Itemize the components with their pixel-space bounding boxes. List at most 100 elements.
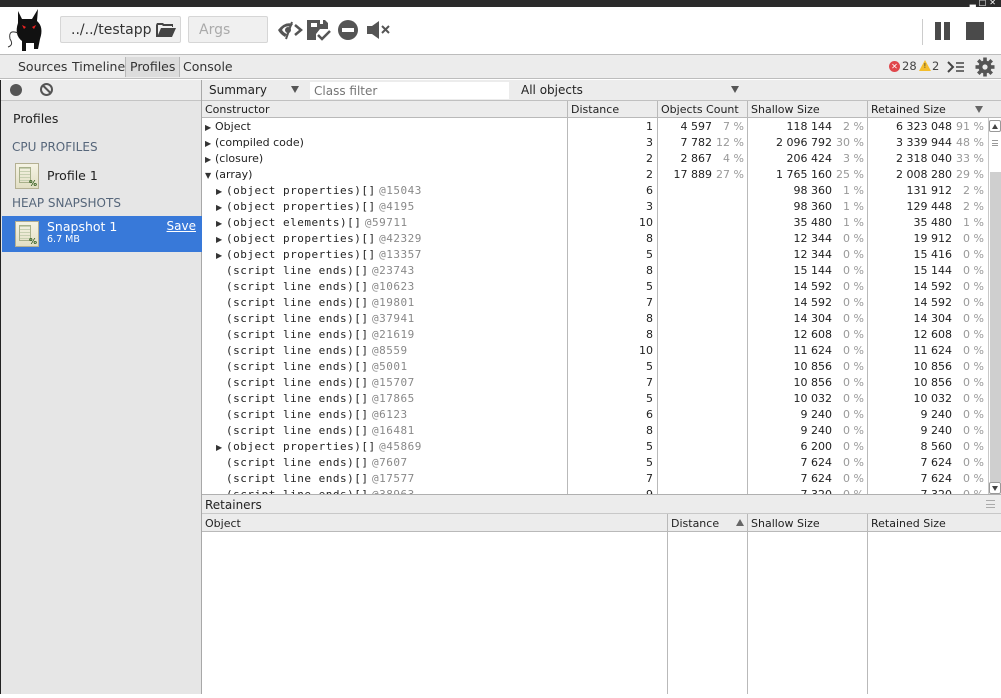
table-row[interactable]: ▶ (object elements)[] @59711 10 35 480 1 % 35… (202, 215, 992, 231)
count-percent: 4 % (723, 152, 744, 165)
table-row[interactable]: (script line ends)[] @23743 8 15 144 0 % 15 … (202, 263, 992, 279)
chevron-down-icon[interactable] (731, 86, 739, 93)
tab-profiles[interactable]: Profiles (125, 57, 181, 77)
constructor-name: (object properties)[] (226, 184, 376, 197)
expand-arrow-right-icon[interactable]: ▶ (216, 187, 226, 196)
table-row[interactable]: ▶ (compiled code) 3 7 782 12 % 2 096 792 30 % 3… (202, 135, 992, 151)
table-row[interactable]: ▶ (object properties)[] @42329 8 12 344 0 % 1… (202, 231, 992, 247)
window-titlebar: ▂□✕ (0, 0, 1001, 7)
count-percent: 12 % (716, 136, 744, 149)
table-row[interactable]: (script line ends)[] @5001 5 10 856 0 % 10 8… (202, 359, 992, 375)
tab-console[interactable]: Console (179, 57, 237, 77)
distance-value: 5 (646, 456, 653, 469)
expand-arrow-right-icon[interactable]: ▶ (205, 123, 215, 132)
shallow-value: 98 360 (793, 184, 833, 197)
distance-value: 7 (646, 472, 653, 485)
table-row[interactable]: ▶ (object properties)[] @15043 6 98 360 1 % 1… (202, 183, 992, 199)
object-id: @7607 (371, 456, 408, 469)
mute-icon[interactable] (366, 18, 392, 42)
table-row[interactable]: ▶ (object properties)[] @4195 3 98 360 1 % 12… (202, 199, 992, 215)
table-row[interactable]: (script line ends)[] @17577 7 7 624 0 % 7 62… (202, 471, 992, 487)
tab-timeline[interactable]: Timeline (68, 57, 129, 77)
shallow-percent: 1 % (843, 184, 864, 197)
sidebar-item-profile-1[interactable]: % Profile 1 (2, 158, 202, 194)
expand-arrow-right-icon[interactable]: ▶ (205, 155, 215, 164)
object-id: @13357 (379, 248, 422, 261)
toolbar-separator (922, 19, 923, 45)
col-constructor[interactable]: Constructor (202, 101, 568, 118)
col-distance[interactable]: Distance (568, 101, 658, 118)
heap-snapshot-view: Summary All objects Constructor Distance… (202, 80, 1001, 694)
tab-sources[interactable]: Sources (14, 57, 71, 77)
table-row[interactable]: (script line ends)[] @15707 7 10 856 0 % 10 … (202, 375, 992, 391)
pause-icon[interactable] (935, 22, 951, 40)
retained-value: 7 624 (920, 472, 953, 485)
retained-percent: 1 % (963, 216, 984, 229)
object-id: @15043 (379, 184, 422, 197)
view-select[interactable]: Summary (209, 83, 267, 97)
record-icon[interactable] (10, 84, 22, 96)
eye-code-icon[interactable] (277, 18, 303, 42)
class-filter-input[interactable] (310, 82, 509, 99)
console-drawer-icon[interactable] (947, 59, 965, 75)
table-row[interactable]: (script line ends)[] @37941 8 14 304 0 % 14 … (202, 311, 992, 327)
expand-arrow-right-icon[interactable]: ▶ (216, 443, 226, 452)
col-shallow-size[interactable]: Shallow Size (748, 101, 868, 118)
scroll-up-icon[interactable] (989, 120, 1001, 132)
scroll-down-icon[interactable] (989, 482, 1001, 494)
col-object[interactable]: Object (202, 514, 668, 532)
expand-arrow-right-icon[interactable]: ▶ (216, 251, 226, 260)
chevron-down-icon[interactable] (291, 86, 299, 93)
section-cpu-profiles: CPU PROFILES (12, 140, 98, 154)
args-input[interactable]: Args (188, 16, 268, 43)
table-row[interactable]: ▶ (object properties)[] @45869 5 6 200 0 % 8 … (202, 439, 992, 455)
expand-arrow-right-icon[interactable]: ▶ (216, 203, 226, 212)
table-row[interactable]: ▼ (array) 2 17 889 27 % 1 765 160 25 % 2 008 28… (202, 167, 992, 183)
distance-value: 8 (646, 424, 653, 437)
error-icon[interactable]: ✕ (889, 61, 900, 72)
table-row[interactable]: ▶ (closure) 2 2 867 4 % 206 424 3 % 2 318 040 33… (202, 151, 992, 167)
gear-icon[interactable] (975, 57, 995, 77)
clear-all-icon[interactable] (40, 83, 53, 96)
table-row[interactable]: (script line ends)[] @6123 6 9 240 0 % 9 240… (202, 407, 992, 423)
warning-icon[interactable]: ! (919, 60, 931, 71)
expand-arrow-right-icon[interactable]: ▶ (216, 235, 226, 244)
col-objects-count[interactable]: Objects Count (658, 101, 748, 118)
stop-circle-icon[interactable] (336, 18, 362, 42)
col-shallow-size[interactable]: Shallow Size (748, 514, 868, 532)
table-row[interactable]: (script line ends)[] @16481 8 9 240 0 % 9 24… (202, 423, 992, 439)
grid-scrollbar[interactable] (988, 118, 1001, 494)
table-row[interactable]: ▶ (object properties)[] @13357 5 12 344 0 % 1… (202, 247, 992, 263)
app-path-field[interactable]: ../../testapp (60, 16, 181, 43)
table-row[interactable]: (script line ends)[] @10623 5 14 592 0 % 14 … (202, 279, 992, 295)
distance-value: 7 (646, 296, 653, 309)
distance-value: 2 (646, 152, 653, 165)
stop-icon[interactable] (966, 22, 984, 40)
resize-handle-icon[interactable] (986, 500, 995, 508)
column-divider (747, 532, 748, 694)
constructor-name: (script line ends)[] (226, 264, 369, 277)
save-snapshot-link[interactable]: Save (167, 219, 196, 233)
table-row[interactable]: (script line ends)[] @3896397 3200 %7 32… (202, 487, 992, 494)
error-count[interactable]: 28 (902, 59, 917, 73)
constructor-name: (script line ends)[] (226, 456, 369, 469)
sidebar-item-snapshot-1[interactable]: % Snapshot 1 6.7 MB Save (2, 216, 202, 252)
expand-arrow-right-icon[interactable]: ▶ (205, 139, 215, 148)
table-row[interactable]: (script line ends)[] @19801 7 14 592 0 % 14 … (202, 295, 992, 311)
table-row[interactable]: (script line ends)[] @7607 5 7 624 0 % 7 624… (202, 455, 992, 471)
table-row[interactable]: (script line ends)[] @8559 10 11 624 0 % 11 … (202, 343, 992, 359)
col-retained-size[interactable]: Retained Size (868, 514, 1001, 532)
warning-count[interactable]: 2 (932, 59, 939, 73)
scrollbar-thumb[interactable] (990, 172, 1001, 482)
table-row[interactable]: (script line ends)[] @21619 8 12 608 0 % 12 … (202, 327, 992, 343)
expand-arrow-right-icon[interactable]: ▶ (216, 219, 226, 228)
table-row[interactable]: ▶ Object 1 4 597 7 % 118 144 2 % 6 323 048 91 % (202, 119, 992, 135)
expand-arrow-down-icon[interactable]: ▼ (205, 171, 215, 180)
table-row[interactable]: (script line ends)[] @17865 5 10 032 0 % 10 … (202, 391, 992, 407)
save-check-icon[interactable] (306, 18, 332, 42)
folder-open-icon[interactable] (156, 23, 176, 37)
profiles-sidebar: Profiles CPU PROFILES % Profile 1 HEAP S… (0, 80, 202, 694)
window-controls[interactable]: ▂□✕ (970, 0, 999, 7)
scope-select[interactable]: All objects (521, 83, 583, 97)
shallow-value: 2 096 792 (776, 136, 832, 149)
